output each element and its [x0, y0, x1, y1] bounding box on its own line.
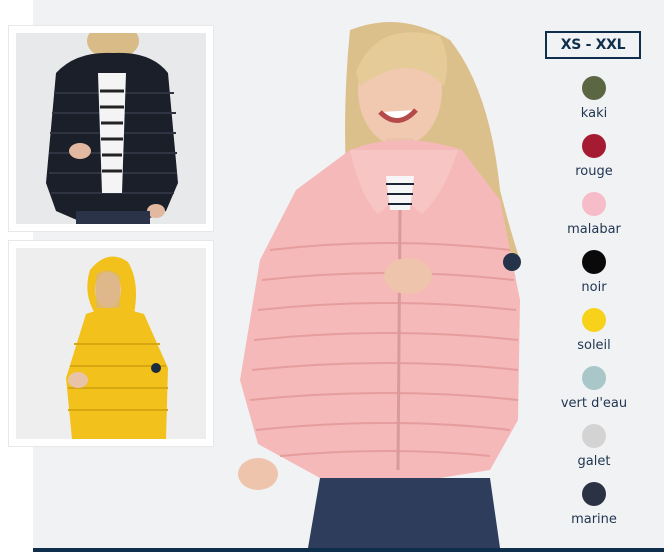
color-swatch-soleil[interactable]: soleil: [548, 308, 640, 366]
color-label: noir: [581, 280, 607, 295]
yellow-jacket-illustration: [16, 248, 206, 439]
color-swatch-noir[interactable]: noir: [548, 250, 640, 308]
color-label: rouge: [575, 164, 613, 179]
color-label: malabar: [567, 222, 621, 237]
pink-jacket-illustration: [238, 22, 521, 548]
color-dot: [582, 308, 606, 332]
color-swatch-kaki[interactable]: kaki: [548, 76, 640, 134]
color-swatch-rouge[interactable]: rouge: [548, 134, 640, 192]
color-swatch-vert-d-eau[interactable]: vert d'eau: [548, 366, 640, 424]
bottom-divider: [33, 548, 664, 552]
color-dot: [582, 366, 606, 390]
color-label: galet: [577, 454, 611, 469]
thumbnail-image: [16, 248, 206, 439]
color-swatch-galet[interactable]: galet: [548, 424, 640, 482]
color-label: vert d'eau: [560, 396, 628, 411]
color-dot: [582, 134, 606, 158]
color-dot: [582, 192, 606, 216]
thumbnail-navy-jacket[interactable]: [9, 26, 213, 231]
color-swatch-malabar[interactable]: malabar: [548, 192, 640, 250]
color-label: marine: [571, 512, 617, 527]
color-dot: [582, 76, 606, 100]
color-label: soleil: [577, 338, 611, 353]
color-dot: [582, 424, 606, 448]
color-dot: [582, 250, 606, 274]
thumbnail-yellow-jacket[interactable]: [9, 241, 213, 446]
color-dot: [582, 482, 606, 506]
navy-jacket-illustration: [16, 33, 206, 224]
color-swatch-list: kaki rouge malabar noir soleil vert d'eau gale…: [548, 76, 640, 540]
color-label: kaki: [580, 106, 608, 121]
thumbnail-image: [16, 33, 206, 224]
size-range-badge: XS - XXL: [545, 31, 641, 59]
color-swatch-marine[interactable]: marine: [548, 482, 640, 540]
hero-product-image: [200, 0, 560, 548]
